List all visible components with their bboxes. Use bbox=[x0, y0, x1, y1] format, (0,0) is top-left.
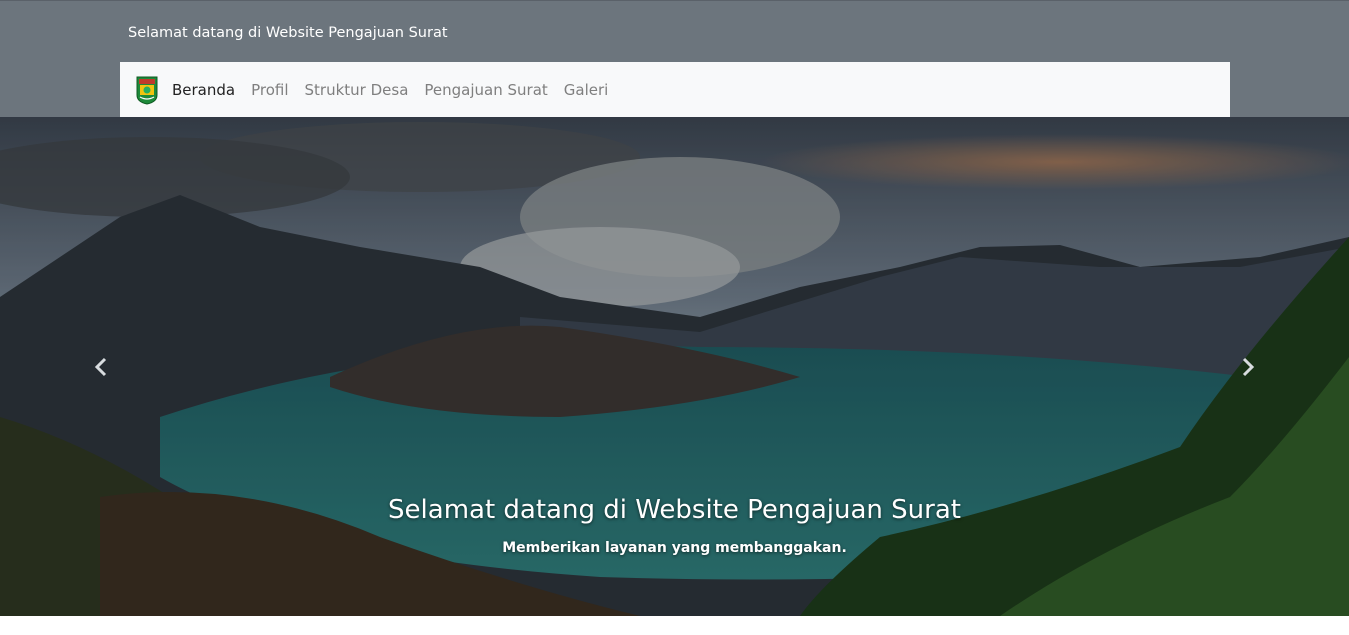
nav-item-galeri[interactable]: Galeri bbox=[564, 81, 609, 99]
village-emblem-icon[interactable] bbox=[136, 75, 158, 105]
site-title: Selamat datang di Website Pengajuan Sura… bbox=[128, 25, 448, 41]
carousel-caption-title: Selamat datang di Website Pengajuan Sura… bbox=[388, 495, 961, 525]
nav-item-struktur-desa[interactable]: Struktur Desa bbox=[305, 81, 409, 99]
chevron-right-icon bbox=[1242, 357, 1255, 377]
nav-item-profil[interactable]: Profil bbox=[251, 81, 288, 99]
chevron-left-icon bbox=[94, 357, 107, 377]
nav-item-beranda[interactable]: Beranda bbox=[172, 81, 235, 99]
carousel-caption-text: Memberikan layanan yang membanggakan. bbox=[502, 540, 847, 556]
carousel-next-button[interactable] bbox=[1228, 347, 1268, 387]
hero-carousel: Selamat datang di Website Pengajuan Sura… bbox=[0, 117, 1349, 616]
carousel-prev-button[interactable] bbox=[81, 347, 121, 387]
nav-item-pengajuan-surat[interactable]: Pengajuan Surat bbox=[424, 81, 547, 99]
navbar: Beranda Profil Struktur Desa Pengajuan S… bbox=[120, 62, 1230, 118]
page-bottom bbox=[0, 616, 1349, 635]
site-header: Selamat datang di Website Pengajuan Sura… bbox=[0, 0, 1349, 118]
nav-menu: Beranda Profil Struktur Desa Pengajuan S… bbox=[172, 81, 624, 99]
